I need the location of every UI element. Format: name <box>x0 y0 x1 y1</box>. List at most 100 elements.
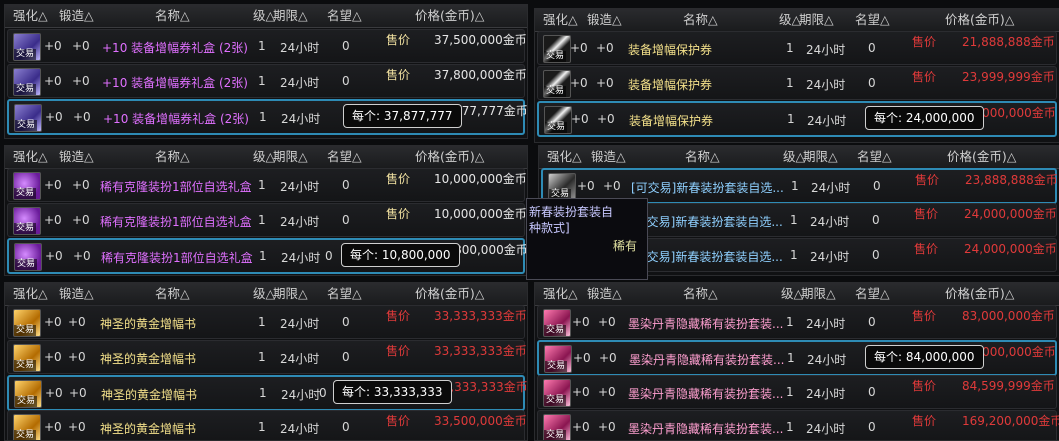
sell-label: 售价 <box>386 33 411 47</box>
qh-value: +0 <box>572 385 590 399</box>
price-value: 21,888,888金币 <box>962 35 1055 49</box>
unit-price-tooltip: 每个: 24,000,000 <box>865 106 984 130</box>
col-level[interactable]: 级△ <box>253 283 275 305</box>
col-limit[interactable]: 期限△ <box>273 283 308 305</box>
dz-value: +0 <box>72 39 90 53</box>
table-row[interactable]: 交易 +0 +0 稀有克隆装扮1部位自选礼盒 1 24小时 0 售价 10,00… <box>7 168 527 202</box>
col-limit[interactable]: 期限△ <box>799 9 834 31</box>
fame-value: 0 <box>319 386 327 400</box>
col-name[interactable]: 名称△ <box>155 146 190 168</box>
table-row-selected[interactable]: 交易 +0 +0 装备增幅保护券 1 24小时 24,000,000金币 每个:… <box>537 101 1057 137</box>
col-fame[interactable]: 名望△ <box>327 146 362 168</box>
dz-value: +0 <box>598 385 616 399</box>
table-row[interactable]: 交易 +0 +0 +10 装备增幅券礼盒 (2张) 1 24小时 0 售价 37… <box>7 29 527 63</box>
col-price[interactable]: 价格(金币)△ <box>947 146 1016 168</box>
dz-value: +0 <box>68 315 86 329</box>
table-row[interactable]: 交易 +0 +0 墨染丹青隐藏稀有装扮套装... 1 24小时 0 售价 83,… <box>537 305 1057 339</box>
col-dz[interactable]: 锻造△ <box>591 146 626 168</box>
col-fame[interactable]: 名望△ <box>855 283 890 305</box>
level-value: 1 <box>258 39 266 53</box>
col-name[interactable]: 名称△ <box>155 5 190 27</box>
upgrade-box-icon: 交易 <box>13 68 41 96</box>
limit-value: 24小时 <box>811 181 851 195</box>
table-row[interactable]: 交易 +0 +0 墨染丹青隐藏稀有装扮套装... 1 24小时 0 售价 84,… <box>537 375 1057 409</box>
item-name: 神圣的黄金增幅书 <box>100 352 197 366</box>
col-dz[interactable]: 锻造△ <box>59 146 94 168</box>
unit-price-tooltip: 每个: 33,333,333 <box>333 380 452 404</box>
dz-value: +0 <box>72 213 90 227</box>
limit-value: 24小时 <box>806 387 846 401</box>
dz-value: +0 <box>72 178 90 192</box>
col-dz[interactable]: 锻造△ <box>587 283 622 305</box>
item-name: 稀有克隆装扮1部位自选礼盒 <box>100 215 252 229</box>
col-fame[interactable]: 名望△ <box>327 5 362 27</box>
price-value: 37,500,000金币 <box>434 33 527 47</box>
price-value: 10,000,000金币 <box>434 172 527 186</box>
limit-value: 24小时 <box>281 388 321 402</box>
col-name[interactable]: 名称△ <box>683 9 718 31</box>
col-level[interactable]: 级△ <box>779 9 801 31</box>
level-value: 1 <box>790 248 798 262</box>
dz-value: +0 <box>73 110 91 124</box>
sell-label: 售价 <box>386 172 411 186</box>
sell-label: 售价 <box>386 344 411 358</box>
col-price[interactable]: 价格(金币)△ <box>415 146 484 168</box>
panel-header: 强化△ 锻造△ 名称△ 级△ 期限△ 名望△ 价格(金币)△ <box>535 283 1059 306</box>
col-qh[interactable]: 强化△ <box>547 146 582 168</box>
table-row-selected[interactable]: 交易 +0 +0 神圣的黄金增幅书 1 24小时 0 33,333,333金币 … <box>7 375 527 411</box>
table-row[interactable]: 交易 +0 +0 神圣的黄金增幅书 1 24小时 0 售价 33,333,333… <box>7 340 527 374</box>
col-price[interactable]: 价格(金币)△ <box>945 9 1014 31</box>
table-row[interactable]: 交易 +0 +0 装备增幅保护券 1 24小时 0 售价 23,999,999金… <box>537 66 1057 100</box>
table-row-selected[interactable]: 交易 +0 +0 墨染丹青隐藏稀有装扮套装... 1 24小时 84,000,0… <box>537 340 1057 376</box>
gold-book-icon: 交易 <box>13 414 41 440</box>
sell-label: 售价 <box>914 242 939 256</box>
col-level[interactable]: 级△ <box>783 146 805 168</box>
col-dz[interactable]: 锻造△ <box>59 283 94 305</box>
col-name[interactable]: 名称△ <box>683 283 718 305</box>
level-value: 1 <box>791 179 799 193</box>
col-level[interactable]: 级△ <box>253 146 275 168</box>
col-limit[interactable]: 期限△ <box>803 146 838 168</box>
table-row[interactable]: 交易 +0 +0 神圣的黄金增幅书 1 24小时 0 售价 33,333,333… <box>7 305 527 339</box>
item-name: 装备增幅保护券 <box>629 114 714 128</box>
price-value: 83,000,000金币 <box>962 309 1055 323</box>
col-qh[interactable]: 强化△ <box>13 283 48 305</box>
table-row-selected[interactable]: 交易 +0 +0 +10 装备增幅券礼盒 (2张) 1 24小时 0 37,87… <box>7 99 527 135</box>
popup-line-2: 种款式] <box>529 221 570 235</box>
price-value: 169,200,000金币 <box>962 414 1059 428</box>
col-price[interactable]: 价格(金币)△ <box>415 283 484 305</box>
fame-value: 0 <box>342 420 350 434</box>
col-price[interactable]: 价格(金币)△ <box>415 5 484 27</box>
col-limit[interactable]: 期限△ <box>273 146 308 168</box>
table-row[interactable]: 交易 +0 +0 装备增幅保护券 1 24小时 0 售价 21,888,888金… <box>537 31 1057 65</box>
table-row[interactable]: 交易 +0 +0 +10 装备增幅券礼盒 (2张) 1 24小时 0 售价 37… <box>7 64 527 98</box>
col-fame[interactable]: 名望△ <box>857 146 892 168</box>
col-fame[interactable]: 名望△ <box>327 283 362 305</box>
col-fame[interactable]: 名望△ <box>855 9 890 31</box>
col-limit[interactable]: 期限△ <box>801 283 836 305</box>
col-level[interactable]: 级△ <box>253 5 275 27</box>
col-dz[interactable]: 锻造△ <box>587 9 622 31</box>
col-name[interactable]: 名称△ <box>685 146 720 168</box>
sell-label: 售价 <box>912 414 937 428</box>
col-qh[interactable]: 强化△ <box>13 146 48 168</box>
item-name: 装备增幅保护券 <box>628 43 713 57</box>
col-qh[interactable]: 强化△ <box>543 9 578 31</box>
col-level[interactable]: 级△ <box>781 283 803 305</box>
col-qh[interactable]: 强化△ <box>543 283 578 305</box>
gold-book-icon: 交易 <box>13 309 41 337</box>
dz-value: +0 <box>598 315 616 329</box>
col-price[interactable]: 价格(金币)△ <box>945 283 1014 305</box>
table-row[interactable]: 交易 +0 +0 墨染丹青隐藏稀有装扮套装... 1 24小时 0 售价 169… <box>537 410 1059 440</box>
upgrade-box-icon: 交易 <box>13 33 41 61</box>
table-row[interactable]: 交易 +0 +0 神圣的黄金增幅书 1 24小时 0 售价 33,500,000… <box>7 410 527 440</box>
col-qh[interactable]: 强化△ <box>13 5 48 27</box>
col-name[interactable]: 名称△ <box>155 283 190 305</box>
col-limit[interactable]: 期限△ <box>273 5 308 27</box>
level-value: 1 <box>790 213 798 227</box>
table-row-selected[interactable]: 交易 +0 +0 稀有克隆装扮1部位自选礼盒 1 24小时 0 10,800,0… <box>7 238 527 274</box>
limit-value: 24小时 <box>281 112 321 126</box>
table-row[interactable]: 交易 +0 +0 稀有克隆装扮1部位自选礼盒 1 24小时 0 售价 10,00… <box>7 203 527 237</box>
level-value: 1 <box>787 112 795 126</box>
col-dz[interactable]: 锻造△ <box>59 5 94 27</box>
